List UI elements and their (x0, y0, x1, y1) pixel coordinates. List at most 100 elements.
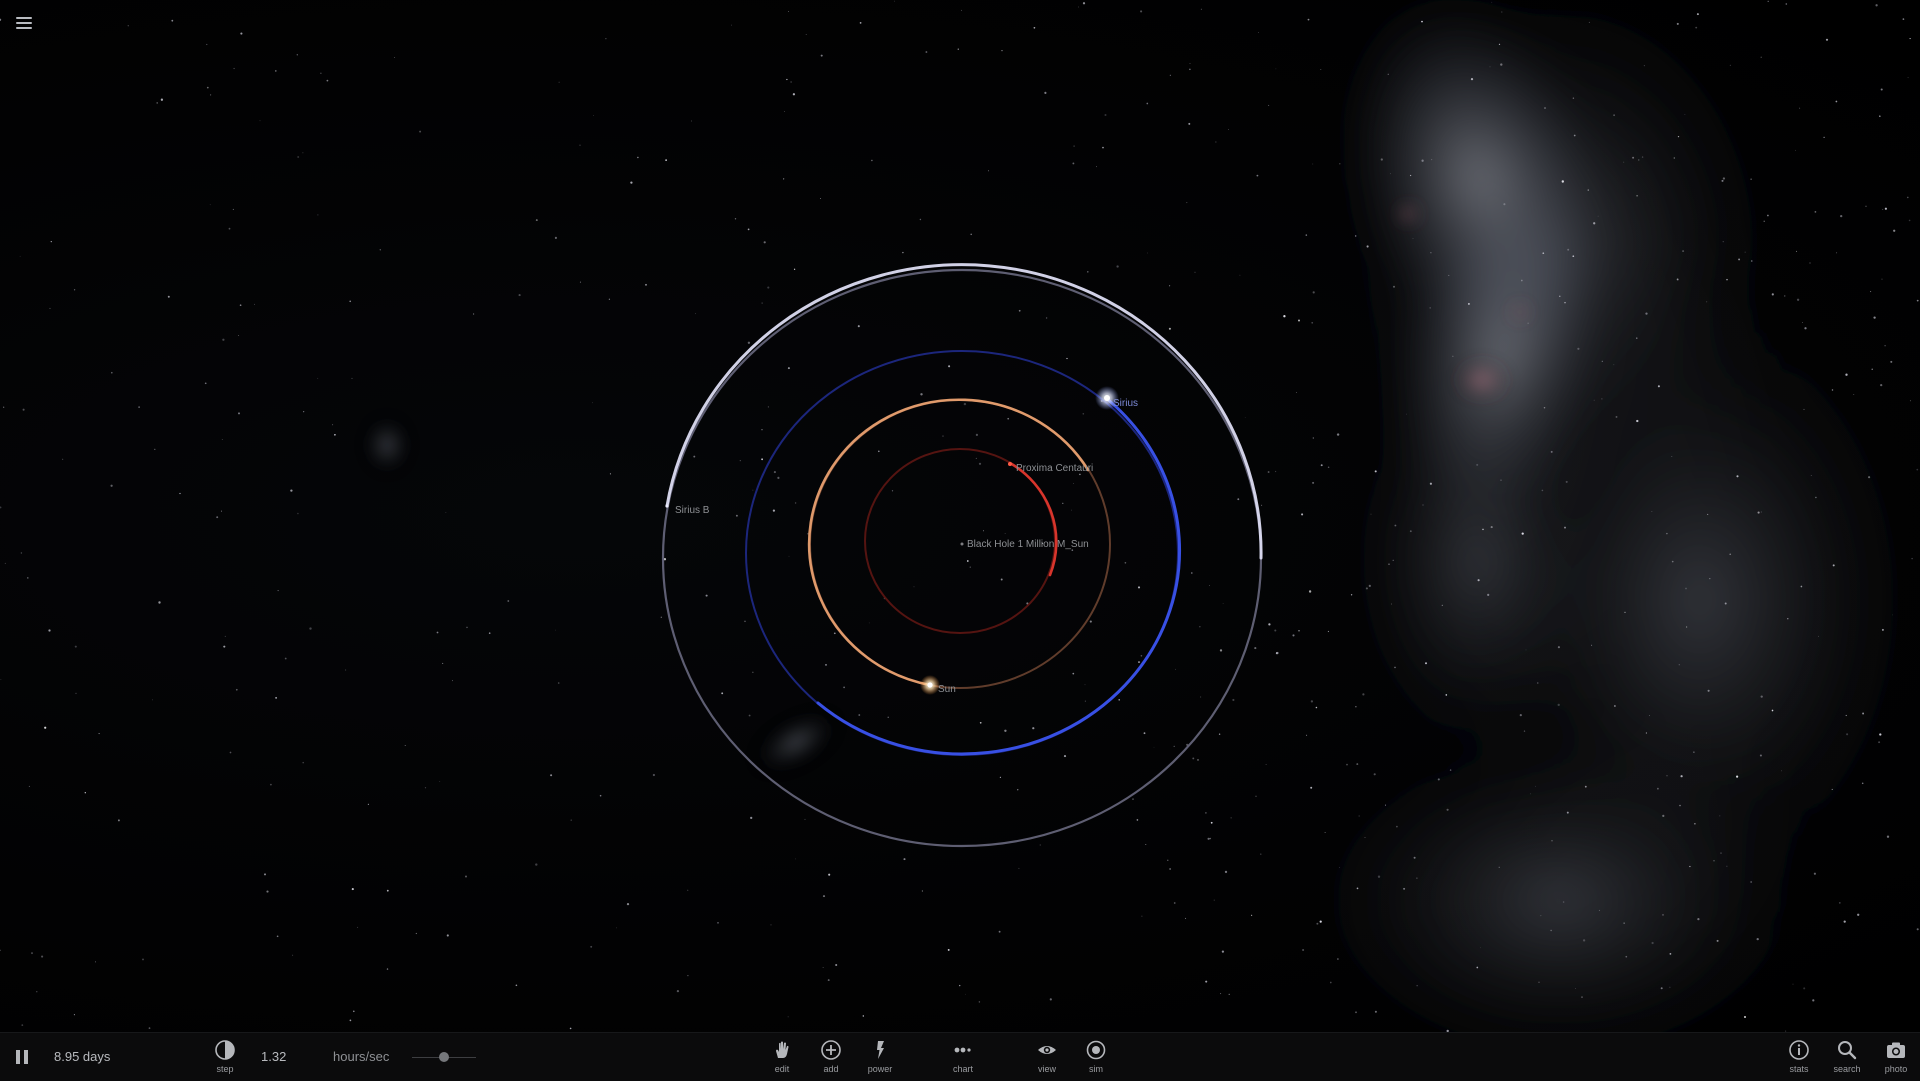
background-star (605, 38, 607, 40)
background-star (1523, 730, 1526, 732)
background-star (1044, 91, 1047, 94)
search-button[interactable]: search (1822, 1039, 1872, 1079)
background-star (1298, 630, 1300, 632)
background-star (878, 450, 880, 453)
background-star (590, 945, 593, 948)
background-star (1591, 644, 1593, 646)
sirius-b-star[interactable] (665, 504, 669, 508)
background-star (1084, 700, 1086, 702)
background-star (1685, 587, 1687, 590)
background-star (1561, 180, 1565, 183)
pause-button[interactable] (14, 1049, 30, 1065)
background-star (1431, 159, 1433, 161)
rate-slider[interactable] (412, 1052, 476, 1062)
background-star (1880, 88, 1883, 91)
background-star (259, 120, 261, 122)
background-star (1210, 821, 1213, 824)
sun-star[interactable] (927, 682, 933, 688)
label-sirius-b[interactable]: Sirius B (675, 505, 709, 516)
background-star (1032, 727, 1035, 730)
background-star (747, 228, 750, 231)
rate-value[interactable]: 1.32 (261, 1049, 286, 1064)
background-star (1209, 837, 1212, 840)
background-star (1736, 475, 1739, 478)
background-star (761, 458, 763, 461)
label-sirius[interactable]: Sirius (1113, 398, 1138, 409)
background-star (1185, 917, 1187, 919)
background-star (1520, 279, 1523, 282)
background-star (1810, 475, 1812, 476)
background-star (20, 552, 23, 554)
step-button[interactable]: step (200, 1039, 250, 1079)
power-button[interactable]: power (855, 1039, 905, 1079)
background-star (1641, 156, 1644, 158)
background-star (752, 489, 754, 491)
black-hole-marker[interactable] (960, 542, 964, 546)
background-star (822, 967, 824, 968)
background-star (1194, 271, 1196, 273)
background-star (28, 785, 30, 787)
background-star (1388, 563, 1390, 565)
background-star (1572, 97, 1575, 99)
background-star (705, 594, 708, 597)
background-star (1542, 252, 1545, 255)
background-star (238, 335, 240, 336)
background-star (1760, 56, 1762, 58)
background-star (1167, 859, 1169, 861)
background-star (790, 81, 792, 83)
label-black-hole[interactable]: Black Hole 1 Million M_Sun (967, 539, 1089, 550)
label-proxima-centauri[interactable]: Proxima Centauri (1016, 463, 1093, 474)
sirius-star[interactable] (1104, 395, 1110, 401)
background-star (957, 48, 959, 50)
proxima-star[interactable] (1008, 462, 1012, 466)
background-star (1567, 248, 1570, 251)
background-star (419, 130, 422, 133)
add-button[interactable]: add (806, 1039, 856, 1079)
background-star (1598, 909, 1600, 911)
background-star (1498, 866, 1500, 868)
background-star (1645, 732, 1648, 734)
background-star (1267, 471, 1270, 473)
stats-button[interactable]: stats (1774, 1039, 1824, 1079)
slider-thumb[interactable] (439, 1052, 449, 1062)
background-star (788, 11, 789, 12)
edit-button[interactable]: edit (757, 1039, 807, 1079)
background-star (1744, 251, 1746, 253)
background-star (1140, 10, 1143, 13)
background-star (1572, 255, 1575, 258)
background-star (1222, 602, 1224, 604)
background-star (1909, 38, 1911, 40)
background-star (111, 371, 113, 374)
background-star (1771, 293, 1774, 296)
photo-button[interactable]: photo (1871, 1039, 1920, 1079)
background-star (415, 932, 417, 935)
simulation-viewport[interactable]: Black Hole 1 Million M_Sun Proxima Centa… (0, 0, 1920, 1032)
label-sun[interactable]: Sun (938, 684, 956, 695)
background-star (1424, 662, 1428, 665)
background-star (1682, 250, 1685, 253)
background-star (254, 303, 255, 305)
menu-button[interactable] (14, 14, 34, 34)
background-star (1673, 157, 1675, 159)
background-star (1421, 20, 1423, 23)
background-star (1072, 672, 1075, 675)
background-star (920, 393, 923, 396)
background-star (770, 924, 772, 926)
background-star (1677, 135, 1680, 138)
rate-unit[interactable]: hours/sec (333, 1049, 389, 1064)
chart-button[interactable]: chart (938, 1039, 988, 1079)
background-star (1169, 285, 1171, 287)
background-star (965, 993, 967, 995)
background-star (1657, 385, 1660, 388)
background-star (1916, 468, 1919, 471)
background-star (1564, 526, 1566, 529)
background-star (1694, 823, 1696, 825)
sim-button[interactable]: sim (1071, 1039, 1121, 1079)
background-star (1476, 463, 1479, 466)
background-star (49, 307, 51, 309)
background-star (1831, 788, 1833, 790)
view-button[interactable]: view (1022, 1039, 1072, 1079)
background-star (1448, 274, 1450, 276)
background-star (1004, 533, 1006, 534)
background-star (788, 555, 790, 557)
